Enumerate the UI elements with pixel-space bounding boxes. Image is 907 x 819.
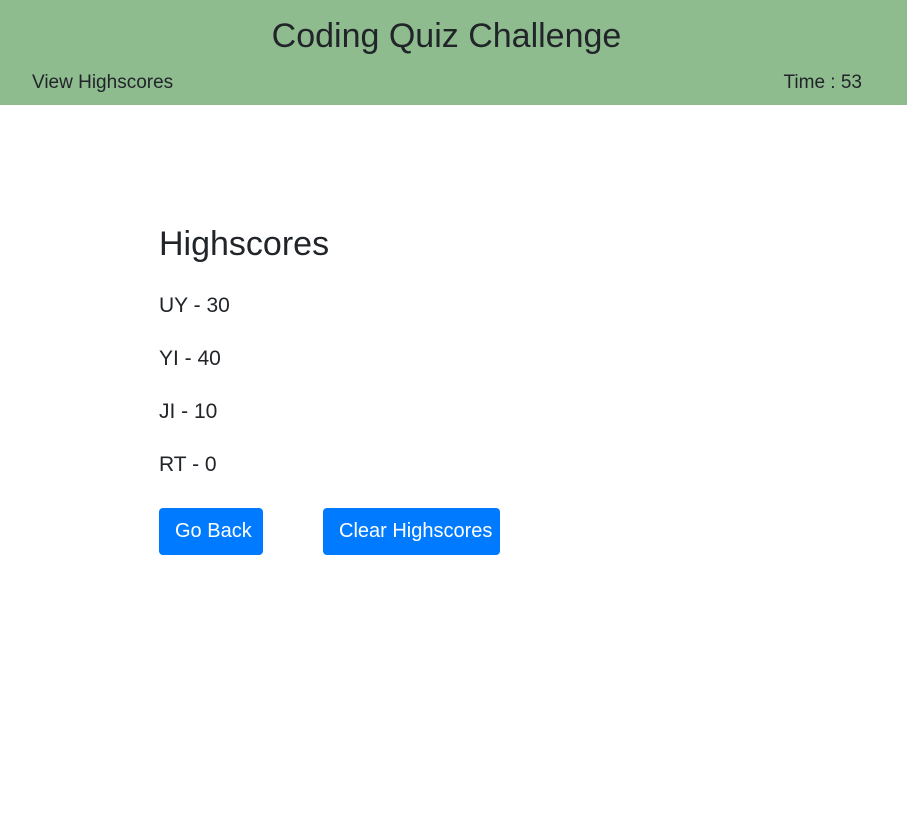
timer-display: Time : 53 bbox=[783, 72, 863, 93]
highscore-entry: YI - 40 bbox=[159, 347, 221, 370]
header-bar: Coding Quiz Challenge View Highscores Ti… bbox=[0, 0, 907, 105]
highscores-heading: Highscores bbox=[159, 225, 330, 263]
clear-highscores-button[interactable]: Clear Highscores bbox=[323, 508, 500, 555]
highscore-entry: UY - 30 bbox=[159, 294, 230, 317]
highscore-entry: JI - 10 bbox=[159, 400, 218, 423]
app-title: Coding Quiz Challenge bbox=[271, 17, 622, 55]
go-back-button[interactable]: Go Back bbox=[159, 508, 263, 555]
highscore-entry: RT - 0 bbox=[159, 453, 217, 476]
view-highscores-link[interactable]: View Highscores bbox=[32, 71, 173, 95]
highscores-panel: Highscores UY - 30 YI - 40 JI - 10 RT - … bbox=[159, 222, 759, 555]
